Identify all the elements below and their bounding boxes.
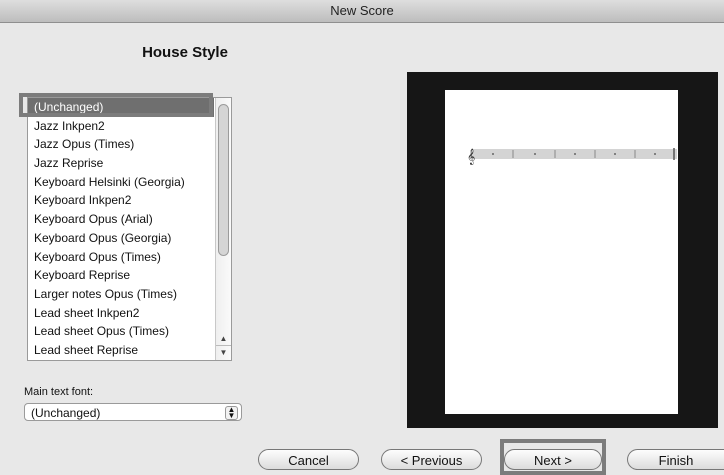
scroll-down-icon[interactable]: ▼ bbox=[216, 345, 231, 360]
next-button-highlight bbox=[500, 439, 606, 475]
main-text-font-value: (Unchanged) bbox=[31, 406, 101, 420]
staff-preview: 𝄞 bbox=[467, 148, 677, 165]
list-scrollbar[interactable]: ▲ ▼ bbox=[215, 98, 231, 360]
list-item[interactable]: (Unchanged) bbox=[28, 98, 214, 117]
main-text-font-label: Main text font: bbox=[24, 386, 94, 398]
list-item[interactable]: Keyboard Helsinki (Georgia) bbox=[28, 173, 214, 192]
window-titlebar: New Score bbox=[0, 0, 724, 23]
updown-arrows-icon: ▲ ▼ bbox=[225, 406, 238, 420]
house-style-list[interactable]: (Unchanged) Jazz Inkpen2 Jazz Opus (Time… bbox=[27, 97, 232, 361]
list-item[interactable]: Keyboard Opus (Arial) bbox=[28, 210, 214, 229]
list-item[interactable]: Jazz Inkpen2 bbox=[28, 117, 214, 136]
list-item[interactable]: Lead sheet Reprise bbox=[28, 341, 214, 360]
window-title: New Score bbox=[330, 3, 394, 18]
main-text-font-select[interactable]: (Unchanged) ▲ ▼ bbox=[24, 403, 242, 421]
list-item[interactable]: Jazz Reprise bbox=[28, 154, 214, 173]
list-item[interactable]: Jazz Opus (Times) bbox=[28, 135, 214, 154]
score-preview-panel: 𝄞 bbox=[407, 72, 718, 428]
list-item[interactable]: Lead sheet Inkpen2 bbox=[28, 304, 214, 323]
scrollbar-thumb[interactable] bbox=[218, 104, 229, 256]
section-heading: House Style bbox=[142, 44, 228, 61]
previous-button[interactable]: < Previous bbox=[381, 449, 482, 470]
list-item[interactable]: Keyboard Opus (Georgia) bbox=[28, 229, 214, 248]
list-item[interactable]: Keyboard Opus (Times) bbox=[28, 248, 214, 267]
scroll-up-icon[interactable]: ▲ bbox=[216, 332, 231, 346]
list-item[interactable]: Keyboard Reprise bbox=[28, 266, 214, 285]
score-preview-page: 𝄞 bbox=[445, 90, 678, 414]
list-item[interactable]: Larger notes Opus (Times) bbox=[28, 285, 214, 304]
cancel-button[interactable]: Cancel bbox=[258, 449, 359, 470]
treble-clef-icon: 𝄞 bbox=[467, 149, 475, 165]
finish-button[interactable]: Finish bbox=[627, 449, 724, 470]
list-item[interactable]: Lead sheet Opus (Times) bbox=[28, 322, 214, 341]
list-item[interactable]: Keyboard Inkpen2 bbox=[28, 191, 214, 210]
